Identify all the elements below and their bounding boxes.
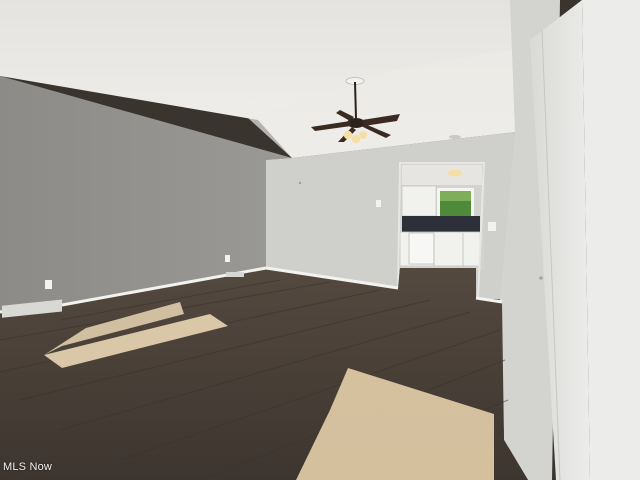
right-wall (582, 0, 640, 480)
ceiling-light-icon (448, 169, 462, 177)
light-switch-right (488, 222, 496, 231)
ceiling-light-icon-hall (449, 135, 461, 139)
outlet-left (45, 280, 52, 289)
room-photo: MLS Now (0, 0, 640, 480)
dishwasher (408, 232, 435, 265)
light-switch (376, 200, 381, 207)
door-handle (539, 276, 543, 280)
kitchen-ceiling (402, 165, 482, 185)
window-sky-foliage (440, 191, 471, 201)
backsplash (402, 216, 480, 232)
smoke-dot (298, 181, 302, 185)
outlet-mid (225, 255, 230, 262)
watermark-label: MLS Now (3, 461, 53, 473)
wall-vent (226, 272, 244, 277)
upper-cabinets (401, 185, 437, 217)
room-illustration (0, 0, 640, 480)
